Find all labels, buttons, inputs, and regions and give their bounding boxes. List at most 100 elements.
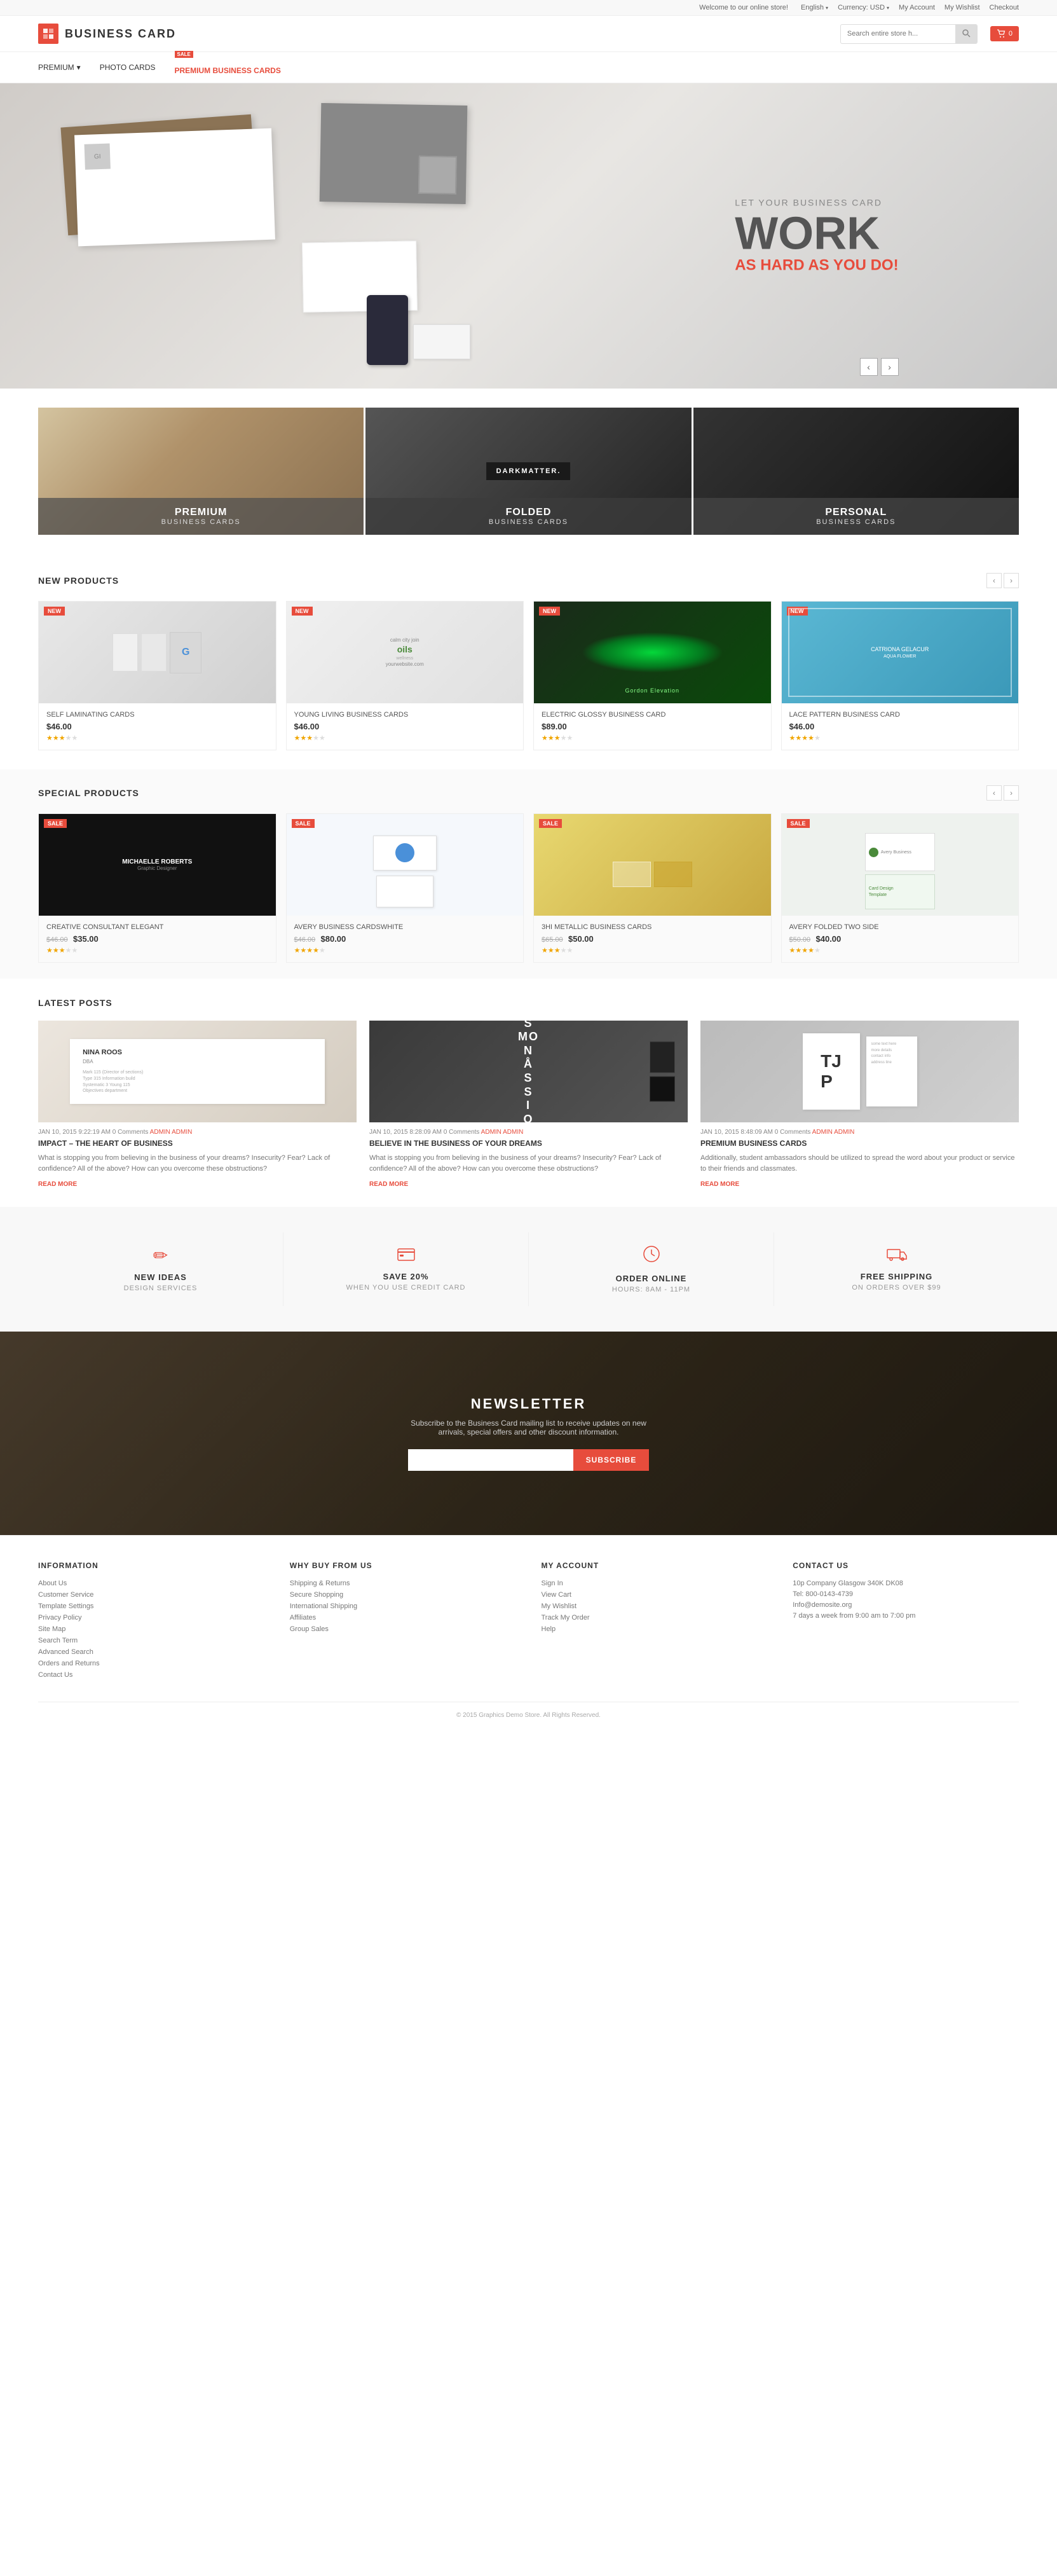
post-2-read-more[interactable]: READ MORE — [369, 1181, 408, 1188]
hero-next-button[interactable]: › — [881, 358, 899, 376]
newsletter-subscribe-button[interactable]: SUBSCRIBE — [573, 1449, 650, 1471]
footer-link-contact-us[interactable]: Contact Us — [38, 1671, 264, 1679]
footer-link-group-sales[interactable]: Group Sales — [290, 1625, 516, 1633]
footer-link-sign-in[interactable]: Sign In — [542, 1580, 768, 1587]
footer-link-orders-returns[interactable]: Orders and Returns — [38, 1660, 264, 1667]
cart-count: 0 — [1009, 30, 1013, 38]
post-3-comments: 0 Comments — [775, 1129, 811, 1136]
post-2-excerpt: What is stopping you from believing in t… — [369, 1153, 688, 1174]
footer-link-secure-shopping[interactable]: Secure Shopping — [290, 1591, 516, 1599]
category-folded-overlay: FOLDED BUSINESS CARDS — [365, 498, 691, 535]
currency-selector[interactable]: Currency: USD ▾ — [838, 4, 889, 11]
latest-posts-section: Latest Posts NINA ROOS DBA Mark 115 (Dir… — [0, 979, 1057, 1207]
footer-link-my-wishlist[interactable]: My Wishlist — [542, 1602, 768, 1610]
post-1-meta: JAN 10, 2015 9:22:19 AM 0 Comments ADMIN… — [38, 1129, 357, 1136]
mockup-card-dark — [320, 103, 468, 204]
footer-link-site-map[interactable]: Site Map — [38, 1625, 264, 1633]
special-stars-1: ★★★★★ — [46, 946, 268, 954]
footer-link-template-settings[interactable]: Template Settings — [38, 1602, 264, 1610]
footer-link-affiliates[interactable]: Affiliates — [290, 1614, 516, 1622]
main-header: BUSINESS CARD 0 — [0, 16, 1057, 52]
post-2-text-visual: SMONÅSSIO — [518, 1017, 539, 1127]
avery-white-visual — [373, 836, 437, 907]
post-3-read-more[interactable]: READ MORE — [700, 1181, 739, 1188]
new-products-title: NEW PRODUCTS — [38, 575, 119, 586]
footer-link-privacy-policy[interactable]: Privacy Policy — [38, 1614, 264, 1622]
post-2-meta: JAN 10, 2015 8:28:09 AM 0 Comments ADMIN… — [369, 1129, 688, 1136]
post-2-items — [650, 1042, 675, 1102]
footer-link-shipping-returns[interactable]: Shipping & Returns — [290, 1580, 516, 1587]
special-products-next[interactable]: › — [1004, 785, 1019, 801]
post-3-card-front: TJP — [803, 1033, 860, 1110]
product-3hi-metallic[interactable]: SALE 3HI METALLIC BUSINESS CARDS $65.00 … — [533, 813, 772, 963]
product-avery-white[interactable]: SALE AVERY BUSINESS CARDSWHITE $46.00 $8… — [286, 813, 524, 963]
mockup-small-card — [413, 324, 470, 359]
hero-tagline: AS HARD AS YOU DO! — [735, 257, 898, 275]
search-box — [840, 24, 978, 44]
search-button[interactable] — [955, 25, 977, 43]
product-name-3: ELECTRIC GLOSSY BUSINESS CARD — [542, 711, 763, 719]
product-avery-folded[interactable]: SALE Avery Business Card DesignTemplate … — [781, 813, 1019, 963]
new-products-next[interactable]: › — [1004, 573, 1019, 588]
newsletter-section: NEWSLETTER Subscribe to the Business Car… — [0, 1332, 1057, 1535]
product-young-living[interactable]: NEW calm city join oils wellness yourweb… — [286, 601, 524, 750]
my-account-link[interactable]: My Account — [899, 4, 935, 11]
footer-contact-tel: Tel: 800-0143-4739 — [793, 1590, 1019, 1598]
3hi-metallic-visual — [613, 862, 692, 887]
post-3: TJP some text heremore detailscontact in… — [700, 1021, 1019, 1188]
language-selector[interactable]: English ▾ — [801, 4, 828, 11]
logo[interactable]: BUSINESS CARD — [38, 24, 176, 44]
nav-item-premium[interactable]: PREMIUM ▾ — [38, 55, 81, 79]
newsletter-email-input[interactable] — [408, 1449, 573, 1471]
product-stars-2: ★★★★★ — [294, 734, 516, 742]
product-stars-3: ★★★★★ — [542, 734, 763, 742]
creative-consultant-visual: MICHAELLE ROBERTS Graphic Designer — [113, 849, 201, 881]
footer-why-buy-title: WHY BUY FROM US — [290, 1561, 516, 1570]
mockup-logo-square — [418, 155, 457, 194]
checkout-link[interactable]: Checkout — [990, 4, 1019, 11]
category-premium[interactable]: PREMIUM BUSINESS CARDS — [38, 408, 364, 535]
footer-link-track-order[interactable]: Track My Order — [542, 1614, 768, 1622]
product-self-laminating-img: NEW G — [39, 602, 276, 703]
new-products-prev[interactable]: ‹ — [986, 573, 1002, 588]
post-1-read-more[interactable]: READ MORE — [38, 1181, 77, 1188]
footer-link-search-term[interactable]: Search Term — [38, 1637, 264, 1644]
hero-banner: GI LET YOUR BUSINESS CARD WORK AS HARD A… — [0, 83, 1057, 389]
special-products-prev[interactable]: ‹ — [986, 785, 1002, 801]
special-products-nav: ‹ › — [986, 785, 1019, 801]
footer-link-about[interactable]: About Us — [38, 1580, 264, 1587]
feature-subtitle-1: DESIGN SERVICES — [51, 1285, 270, 1292]
nav-item-photo-cards[interactable]: PHOTO CARDS — [100, 55, 156, 79]
product-lace-pattern[interactable]: NEW CATRIONA GELACURAQUA FLOWER LACE PAT… — [781, 601, 1019, 750]
post-3-meta: JAN 10, 2015 8:48:09 AM 0 Comments ADMIN… — [700, 1129, 1019, 1136]
category-folded[interactable]: DARKMATTER. FOLDED BUSINESS CARDS — [365, 408, 691, 535]
product-electric-glossy[interactable]: NEW Gordon Elevation ELECTRIC GLOSSY BUS… — [533, 601, 772, 750]
footer-link-advanced-search[interactable]: Advanced Search — [38, 1648, 264, 1656]
hero-subtitle: LET YOUR BUSINESS CARD — [735, 198, 898, 208]
footer-link-help[interactable]: Help — [542, 1625, 768, 1633]
product-creative-consultant[interactable]: SALE MICHAELLE ROBERTS Graphic Designer … — [38, 813, 276, 963]
feature-subtitle-2: WHEN YOU USE CREDIT CARD — [296, 1284, 515, 1291]
language-chevron: ▾ — [826, 5, 828, 11]
electric-card-text: Gordon Elevation — [625, 687, 679, 694]
product-creative-consultant-info: CREATIVE CONSULTANT ELEGANT $46.00 $35.0… — [39, 916, 276, 962]
category-banners: PREMIUM BUSINESS CARDS DARKMATTER. FOLDE… — [0, 389, 1057, 554]
language-label: English — [801, 4, 824, 11]
footer-link-view-cart[interactable]: View Cart — [542, 1591, 768, 1599]
category-personal[interactable]: PERSONAL BUSINESS CARDS — [693, 408, 1019, 535]
post-1-author2: ADMIN — [172, 1129, 192, 1136]
product-lace-pattern-img: NEW CATRIONA GELACURAQUA FLOWER — [782, 602, 1019, 703]
feature-subtitle-3: HOURS: 8AM - 11PM — [542, 1286, 761, 1293]
my-wishlist-link[interactable]: My Wishlist — [944, 4, 980, 11]
search-input[interactable] — [841, 27, 955, 41]
footer-link-customer-service[interactable]: Customer Service — [38, 1591, 264, 1599]
product-avery-white-img: SALE — [287, 814, 524, 916]
product-self-laminating-visual: G — [113, 632, 201, 673]
special-old-price-4: $50.00 — [789, 936, 811, 944]
hero-prev-button[interactable]: ‹ — [860, 358, 878, 376]
product-young-living-img: NEW calm city join oils wellness yourweb… — [287, 602, 524, 703]
product-self-laminating[interactable]: NEW G SELF LAMINATING CARDS $46.00 ★★★★★ — [38, 601, 276, 750]
footer-link-international-shipping[interactable]: International Shipping — [290, 1602, 516, 1610]
nav-item-premium-business-cards[interactable]: SALE PREMIUM BUSINESS CARDS — [175, 52, 281, 83]
cart-button[interactable]: 0 — [990, 26, 1019, 41]
